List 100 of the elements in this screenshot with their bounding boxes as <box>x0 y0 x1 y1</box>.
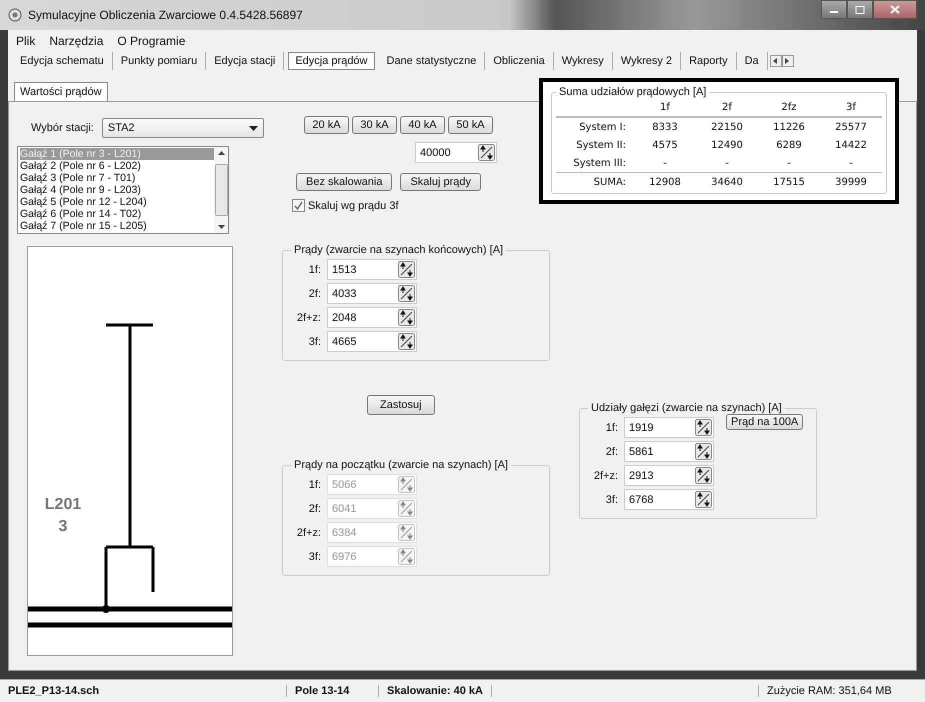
status-text: Pole 13-14 <box>287 685 379 697</box>
table-cell-text: 12490 <box>710 138 744 152</box>
menu-item[interactable]: O Programie <box>117 34 186 48</box>
spinner-icon[interactable] <box>398 309 415 326</box>
field-label: 1f: <box>308 264 321 276</box>
status-text: Zużycie RAM: 351,64 MB <box>758 685 925 697</box>
table-cell: - <box>696 154 758 172</box>
list-item[interactable]: Gałąź 7 (Pole nr 15 - L205) <box>20 220 214 232</box>
table-cell-text: 14422 <box>834 138 868 152</box>
list-item[interactable]: Gałąź 2 (Pole nr 6 - L202) <box>20 160 214 172</box>
field-label: 3f: <box>604 494 618 506</box>
table-cell: - <box>758 154 820 172</box>
scale-button[interactable]: 20 kA <box>304 116 349 134</box>
column-header: 2f <box>696 98 758 117</box>
field-label: 3f: <box>308 550 321 562</box>
spinner-icon[interactable] <box>398 261 415 278</box>
scroll-right-button[interactable] <box>782 55 794 67</box>
spinner-icon[interactable] <box>398 285 415 302</box>
scrollbar[interactable] <box>214 147 228 233</box>
tab[interactable]: Wartości prądów <box>14 82 108 101</box>
diagram-label: 3 <box>58 518 68 535</box>
minimize-button[interactable] <box>821 0 847 19</box>
scale-action-button[interactable]: Skaluj prądy <box>400 173 481 191</box>
scroll-left-button[interactable] <box>770 55 782 67</box>
table-cell: 17515 <box>758 172 820 191</box>
field-label: 2f: <box>308 288 321 300</box>
field-label: 2f+z: <box>592 470 618 482</box>
tab[interactable]: Edycja prądów <box>288 52 374 70</box>
up-arrow-icon <box>218 151 224 155</box>
tab[interactable]: Obliczenia <box>485 52 554 70</box>
window-title: Symulacyjne Obliczenia Zwarciowe 0.4.5428.56897 <box>28 8 303 22</box>
column-header: 3f <box>820 98 882 117</box>
group-title: Udziały gałęzi (zwarcie na szynach) [A] <box>590 402 783 414</box>
dropdown-arrow-icon <box>248 126 258 130</box>
table-cell: 25577 <box>820 117 882 136</box>
tab[interactable]: Dane statystyczne <box>378 52 486 70</box>
right-arrow-icon <box>785 58 790 64</box>
field-label: 3f: <box>308 336 321 348</box>
tab[interactable]: Da <box>736 52 768 70</box>
table-cell: - <box>820 154 882 172</box>
row-label: System III: <box>556 154 634 172</box>
tab[interactable]: Wykresy <box>554 52 613 70</box>
table-cell: - <box>634 154 696 172</box>
table-cell-text: 4575 <box>651 138 679 152</box>
table-cell: 22150 <box>696 117 758 136</box>
close-icon <box>890 5 900 14</box>
current-100a-button[interactable]: Prąd na 100A <box>726 414 804 430</box>
status-text: Skalowanie: 40 kA <box>379 685 492 697</box>
row-label: System II: <box>575 138 627 152</box>
list-item[interactable]: Gałąź 3 (Pole nr 7 - T01) <box>20 172 214 184</box>
spinner-icon[interactable] <box>695 419 712 436</box>
status-text: PLE2_P13-14.sch <box>0 685 287 697</box>
field-label: 2f: <box>308 502 321 514</box>
tab[interactable]: Raporty <box>681 52 737 70</box>
spinner-icon[interactable] <box>695 491 712 508</box>
close-button[interactable] <box>873 0 917 19</box>
station-label: Wybór stacji: <box>31 122 94 134</box>
apply-button[interactable]: Zastosuj <box>367 395 435 415</box>
scale-button[interactable]: 50 kA <box>448 116 493 134</box>
tab[interactable]: Punkty pomiaru <box>112 52 206 70</box>
group-title: Suma udziałów prądowych [A] <box>558 86 708 98</box>
checkbox[interactable] <box>292 199 305 212</box>
table-cell: 8333 <box>634 117 696 136</box>
spinner-icon[interactable] <box>478 144 495 161</box>
table-cell-text: 6289 <box>775 138 803 152</box>
spinner-icon[interactable] <box>398 333 415 350</box>
group-title: Prądy na początku (zwarcie na szynach) [A] <box>293 459 509 471</box>
scale-button[interactable]: 30 kA <box>352 116 397 134</box>
tab[interactable]: Edycja stacji <box>206 52 284 70</box>
field-label: 1f: <box>308 478 321 490</box>
diagram-label: L201 <box>44 496 82 513</box>
menu-item[interactable]: Plik <box>16 34 36 48</box>
checkmark-icon <box>294 201 303 210</box>
maximize-icon <box>855 6 865 14</box>
field-label: 2f+z: <box>296 312 321 324</box>
maximize-button[interactable] <box>847 0 873 19</box>
field-label: 1f: <box>604 422 618 434</box>
checkbox-label: Skaluj wg prądu 3f <box>308 200 398 212</box>
table-cell: 12908 <box>634 172 696 191</box>
list-item[interactable]: Gałąź 4 (Pole nr 9 - L203) <box>20 184 214 196</box>
scale-action-button[interactable]: Bez skalowania <box>296 173 392 191</box>
spinner-icon[interactable] <box>695 443 712 460</box>
scale-button[interactable]: 40 kA <box>400 116 445 134</box>
left-arrow-icon <box>773 58 778 64</box>
field-label: 2f: <box>604 446 618 458</box>
group-title: Prądy (zwarcie na szynach końcowych) [A] <box>293 244 504 256</box>
tab[interactable]: Edycja schematu <box>12 52 113 70</box>
station-dropdown[interactable]: STA2 <box>102 118 264 138</box>
list-item[interactable]: Gałąź 5 (Pole nr 12 - L204) <box>20 196 214 208</box>
table-cell: 11226 <box>758 117 820 136</box>
spinner-icon[interactable] <box>695 467 712 484</box>
row-label: System I: <box>556 117 634 136</box>
column-header: 1f <box>634 98 696 117</box>
column-header: 2fz <box>758 98 820 117</box>
tab[interactable]: Wykresy 2 <box>612 52 682 70</box>
list-item[interactable]: Gałąź 6 (Pole nr 14 - T02) <box>20 208 214 220</box>
field-label: 2f+z: <box>296 526 321 538</box>
table-cell: 39999 <box>820 172 882 191</box>
row-label: SUMA: <box>556 172 634 191</box>
menu-item[interactable]: Narzędzia <box>49 34 104 48</box>
